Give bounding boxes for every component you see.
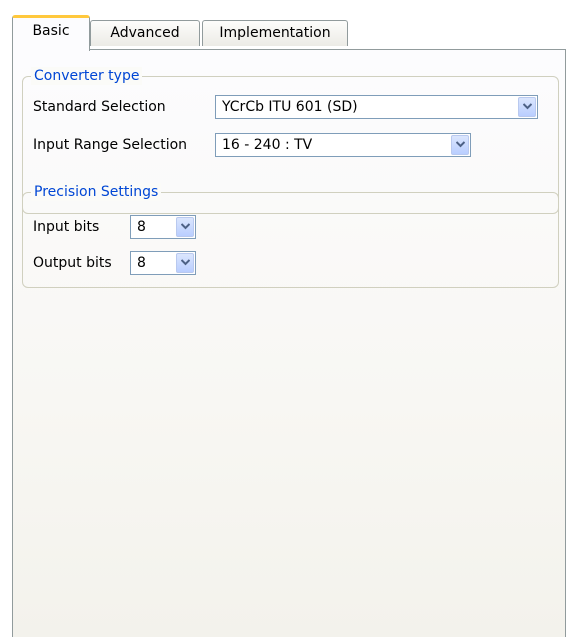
standard-selection-label: Standard Selection [33, 99, 166, 115]
input-range-selection-dropdown[interactable]: 16 - 240 : TV [215, 133, 471, 157]
chevron-down-icon[interactable] [176, 253, 194, 273]
tab-basic-label: Basic [32, 23, 70, 39]
tab-advanced-label: Advanced [110, 25, 180, 41]
output-bits-label: Output bits [33, 255, 112, 271]
input-range-selection-label: Input Range Selection [33, 137, 188, 153]
chevron-down-icon[interactable] [518, 97, 536, 117]
output-bits-dropdown[interactable]: 8 [130, 251, 196, 275]
output-bits-value: 8 [137, 255, 146, 271]
standard-selection-dropdown[interactable]: YCrCb ITU 601 (SD) [215, 95, 538, 119]
converter-type-title: Converter type [31, 67, 143, 85]
precision-settings-group: Precision Settings Input bits 8 Output b… [22, 183, 559, 288]
input-bits-label: Input bits [33, 219, 100, 235]
input-bits-value: 8 [137, 219, 146, 235]
input-range-selection-value: 16 - 240 : TV [222, 137, 313, 153]
tab-implementation-label: Implementation [219, 25, 331, 41]
tab-basic[interactable]: Basic [12, 15, 90, 51]
standard-selection-value: YCrCb ITU 601 (SD) [222, 99, 358, 115]
input-bits-dropdown[interactable]: 8 [130, 215, 196, 239]
tab-implementation[interactable]: Implementation [202, 20, 348, 46]
precision-settings-title: Precision Settings [31, 183, 162, 201]
tab-panel-basic: Converter type Standard Selection YCrCb … [12, 49, 566, 637]
chevron-down-icon[interactable] [176, 217, 194, 237]
tab-advanced[interactable]: Advanced [90, 20, 200, 46]
chevron-down-icon[interactable] [451, 135, 469, 155]
